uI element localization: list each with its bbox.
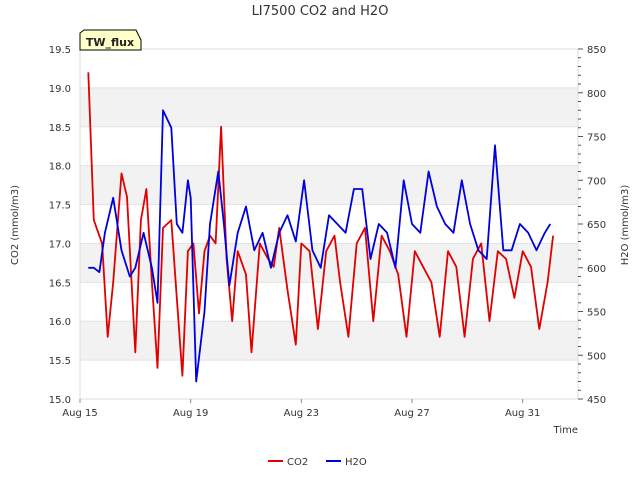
y-left-tick-label: 15.5 (49, 356, 71, 367)
y-axis-right: 450 500 550 600 650 700 750 800 850 (578, 45, 606, 406)
y-right-tick-label: 750 (587, 133, 606, 144)
y-axis-left: 15.0 15.5 16.0 16.5 17.0 17.5 18.0 18.5 19.0 19.5 (49, 45, 71, 406)
legend-h2o-label: H2O (345, 457, 367, 468)
x-tick-label: Aug 31 (505, 408, 540, 419)
x-tick-label: Aug 19 (173, 408, 208, 419)
x-axis-label: Time (553, 425, 578, 436)
site-badge-label: TW_flux (86, 36, 134, 49)
y-left-tick-label: 18.0 (49, 162, 71, 173)
y-left-tick-label: 17.0 (49, 239, 71, 250)
line-chart: LI7500 CO2 and H2O TW_flux Aug 15 Aug 19 A… (10, 4, 631, 468)
x-tick-label: Aug 15 (62, 408, 97, 419)
y-left-tick-label: 15.0 (49, 395, 71, 406)
y-right-tick-label: 550 (587, 308, 606, 319)
x-tick-label: Aug 23 (284, 408, 319, 419)
y-axis-right-label: H2O (mmol/m3) (620, 185, 631, 266)
y-left-tick-label: 17.5 (49, 201, 71, 212)
legend: CO2 H2O (268, 457, 367, 468)
y-right-tick-label: 450 (587, 395, 606, 406)
site-badge: TW_flux (79, 29, 142, 51)
y-left-tick-label: 19.5 (49, 45, 71, 56)
y-right-tick-label: 650 (587, 220, 606, 231)
y-left-tick-label: 16.0 (49, 317, 71, 328)
grid-bands (80, 48, 578, 400)
y-right-tick-label: 500 (587, 351, 606, 362)
y-right-tick-label: 800 (587, 89, 606, 100)
legend-co2-label: CO2 (287, 457, 308, 468)
y-axis-left-label: CO2 (mmol/m3) (10, 185, 21, 265)
y-right-tick-label: 700 (587, 176, 606, 187)
grid-band (80, 165, 578, 205)
y-right-tick-label: 600 (587, 264, 606, 275)
x-axis: Aug 15 Aug 19 Aug 23 Aug 27 Aug 31 (62, 399, 540, 419)
x-tick-label: Aug 27 (394, 408, 429, 419)
y-left-tick-label: 19.0 (49, 84, 71, 95)
y-left-tick-label: 16.5 (49, 278, 71, 289)
grid-band (80, 87, 578, 127)
chart-title: LI7500 CO2 and H2O (252, 4, 389, 19)
y-left-tick-label: 18.5 (49, 123, 71, 134)
y-right-tick-label: 850 (587, 45, 606, 56)
